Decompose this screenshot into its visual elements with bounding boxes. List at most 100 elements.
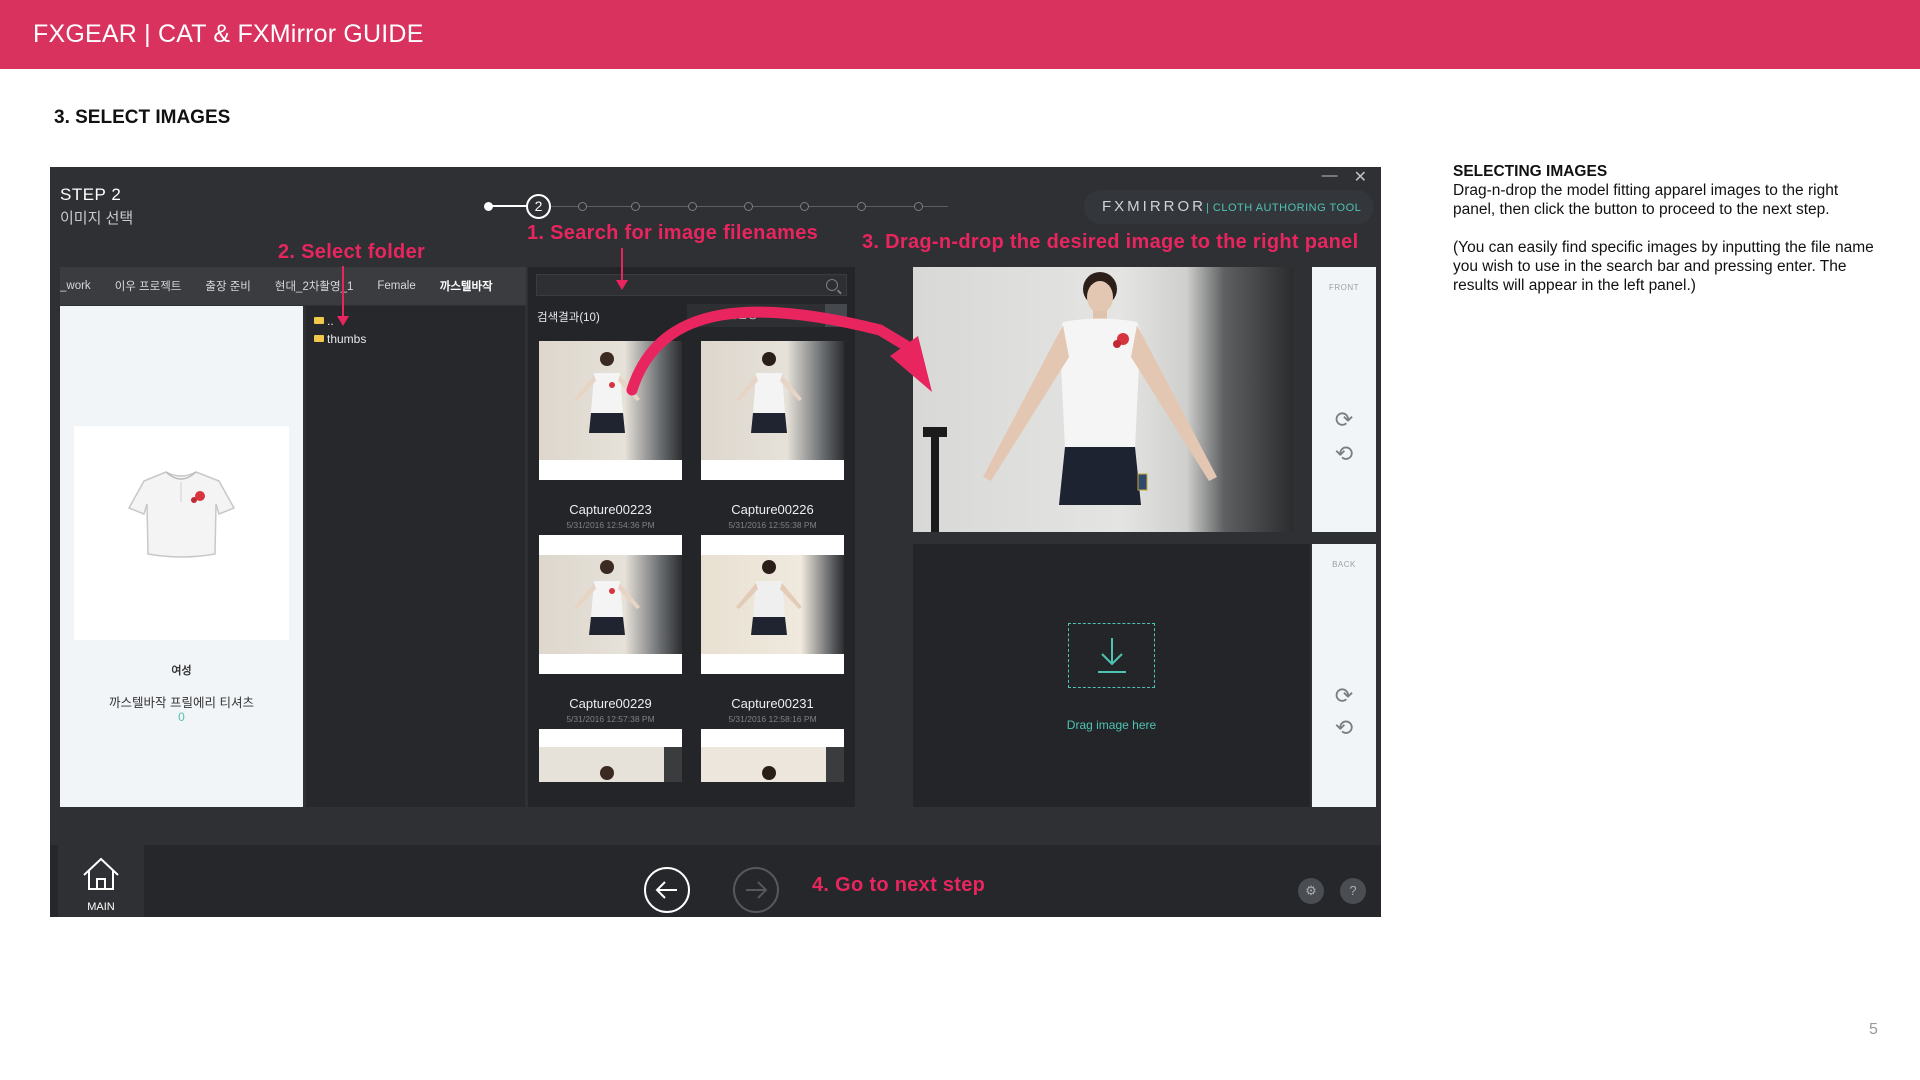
step-dot-3 — [578, 202, 587, 211]
front-label: FRONT — [1328, 283, 1360, 292]
thumbnail-item[interactable] — [539, 729, 682, 782]
thumbnail-date: 5/31/2016 12:57:38 PM — [566, 714, 655, 724]
tshirt-image — [127, 471, 236, 558]
sort-value: 파일명 — [727, 309, 758, 321]
tab-female[interactable]: Female — [365, 280, 427, 292]
step-label: STEP 2 — [60, 185, 122, 204]
back-image-dropzone[interactable]: Drag image here — [913, 544, 1310, 807]
main-label: MAIN — [87, 901, 115, 913]
product-image — [74, 426, 289, 640]
progress-stepper: 2 — [480, 194, 1000, 220]
tab-project[interactable]: 이우 프로젝트 — [103, 278, 194, 294]
thumbnail-name: Capture00231 — [731, 696, 814, 711]
thumbnail-image — [539, 341, 682, 460]
description-paragraph-1: Drag-n-drop the model fitting apparel im… — [1453, 182, 1839, 218]
app-window: STEP 2 이미지 선택 — ✕ 2 FXMIRROR| CLOTH AUTH… — [50, 167, 1381, 917]
tab-trip[interactable]: 출장 준비 — [193, 278, 263, 294]
drop-label: Drag image here — [1066, 718, 1157, 732]
step-dot-5 — [688, 202, 697, 211]
arrow-right-icon — [746, 881, 768, 899]
back-controls: BACK ⟳ ⟲ — [1312, 544, 1376, 807]
step-dot-4 — [631, 202, 640, 211]
front-image-panel[interactable] — [913, 267, 1293, 532]
home-icon — [83, 857, 119, 890]
description: SELECTING IMAGES Drag-n-drop the model f… — [1453, 162, 1883, 314]
main-button[interactable]: MAIN — [58, 845, 144, 917]
annotation-next: 4. Go to next step — [812, 874, 986, 896]
rotate-clockwise-icon[interactable]: ⟳ — [1332, 408, 1356, 432]
help-icon: ? — [1349, 883, 1357, 898]
product-card: 여성 까스텔바작 프릴에리 티셔츠 0 — [60, 306, 303, 807]
tab-castelbajac[interactable]: 까스텔바작 — [428, 278, 505, 294]
results-count: 검색결과(10) — [537, 312, 600, 324]
rotate-counterclockwise-icon[interactable]: ⟲ — [1332, 442, 1356, 466]
chevron-down-icon[interactable]: ⌄ — [825, 304, 847, 327]
step-subtitle: 이미지 선택 — [60, 210, 134, 227]
description-paragraph-2: (You can easily find specific images by … — [1453, 239, 1874, 294]
front-controls: FRONT ⟳ ⟲ — [1312, 267, 1376, 532]
annotation-search: 1. Search for image filenames — [527, 222, 819, 244]
step-dot-9 — [914, 202, 923, 211]
folder-panel: .. thumbs — [306, 306, 525, 807]
tab-work[interactable]: _work — [60, 280, 103, 292]
search-panel: 검색결과(10) 파일명 ⌄ Capture00223 5/31/2016 12… — [528, 267, 855, 807]
window-controls: — ✕ — [1322, 167, 1367, 187]
slide-title: FXGEAR | CAT & FXMirror GUIDE — [33, 20, 424, 48]
rotate-counterclockwise-icon[interactable]: ⟲ — [1332, 716, 1356, 740]
stepper-track — [488, 206, 948, 207]
model-photo — [923, 272, 1217, 532]
bottom-bar: MAIN ⚙ ? — [50, 845, 1381, 917]
folder-label: thumbs — [327, 332, 367, 346]
thumbnail-item[interactable] — [701, 729, 844, 782]
product-name: 까스텔바작 프릴에리 티셔츠 — [109, 696, 254, 710]
thumbnail-item[interactable] — [701, 535, 844, 678]
thumbnail-item[interactable] — [539, 341, 682, 484]
thumbnail-name: Capture00223 — [569, 502, 652, 517]
sort-dropdown[interactable]: 파일명 ⌄ — [687, 304, 847, 327]
thumbnail-name: Capture00229 — [569, 696, 652, 711]
folder-icon — [314, 335, 324, 342]
product-count: 0 — [178, 710, 185, 724]
step-dot-1 — [484, 202, 493, 211]
page-number: 5 — [1869, 1021, 1878, 1038]
folder-label: .. — [327, 314, 334, 328]
thumbnail-date: 5/31/2016 12:54:36 PM — [566, 520, 655, 530]
thumbnail-image — [701, 747, 844, 782]
thumbnail-image — [701, 341, 844, 460]
step-dot-8 — [857, 202, 866, 211]
folder-icon — [314, 317, 324, 324]
step-current: 2 — [526, 194, 551, 219]
thumbnail-image — [539, 535, 682, 654]
thumbnail-item[interactable] — [701, 341, 844, 484]
thumbnail-item[interactable] — [539, 535, 682, 678]
step-dot-7 — [800, 202, 809, 211]
thumbnail-image — [701, 535, 844, 654]
arrow-left-icon — [655, 881, 677, 899]
close-icon[interactable]: ✕ — [1354, 167, 1367, 187]
download-icon — [1098, 638, 1126, 673]
rotate-clockwise-icon[interactable]: ⟳ — [1332, 684, 1356, 708]
minimize-icon[interactable]: — — [1322, 167, 1338, 187]
tab-hyundai[interactable]: 현대_2차촬영_1 — [263, 278, 365, 294]
back-button[interactable] — [644, 867, 690, 913]
search-input[interactable] — [536, 274, 847, 296]
thumbnail-date: 5/31/2016 12:58:16 PM — [728, 714, 817, 724]
gear-icon: ⚙ — [1305, 883, 1317, 898]
thumbnail-name: Capture00226 — [731, 502, 814, 517]
section-title: 3. SELECT IMAGES — [54, 107, 231, 128]
thumbnail-date: 5/31/2016 12:55:38 PM — [728, 520, 817, 530]
brand-logo: FXMIRROR| CLOTH AUTHORING TOOL — [1084, 190, 1374, 224]
help-button[interactable]: ? — [1340, 878, 1366, 904]
search-icon[interactable] — [826, 279, 838, 291]
folder-item-thumbs[interactable]: thumbs — [314, 332, 366, 346]
stepper-track-done — [488, 205, 526, 207]
drop-target[interactable] — [1068, 623, 1155, 688]
brand-subtitle: | CLOTH AUTHORING TOOL — [1206, 202, 1362, 214]
annotation-drag: 3. Drag-n-drop the desired image to the … — [862, 231, 1359, 253]
settings-button[interactable]: ⚙ — [1298, 878, 1324, 904]
folder-item-parent[interactable]: .. — [314, 314, 334, 328]
folder-tabs: _work 이우 프로젝트 출장 준비 현대_2차촬영_1 Female 까스텔… — [60, 267, 526, 305]
slide-header: FXGEAR | CAT & FXMirror GUIDE — [0, 0, 1920, 69]
next-button[interactable] — [733, 867, 779, 913]
step-dot-6 — [744, 202, 753, 211]
